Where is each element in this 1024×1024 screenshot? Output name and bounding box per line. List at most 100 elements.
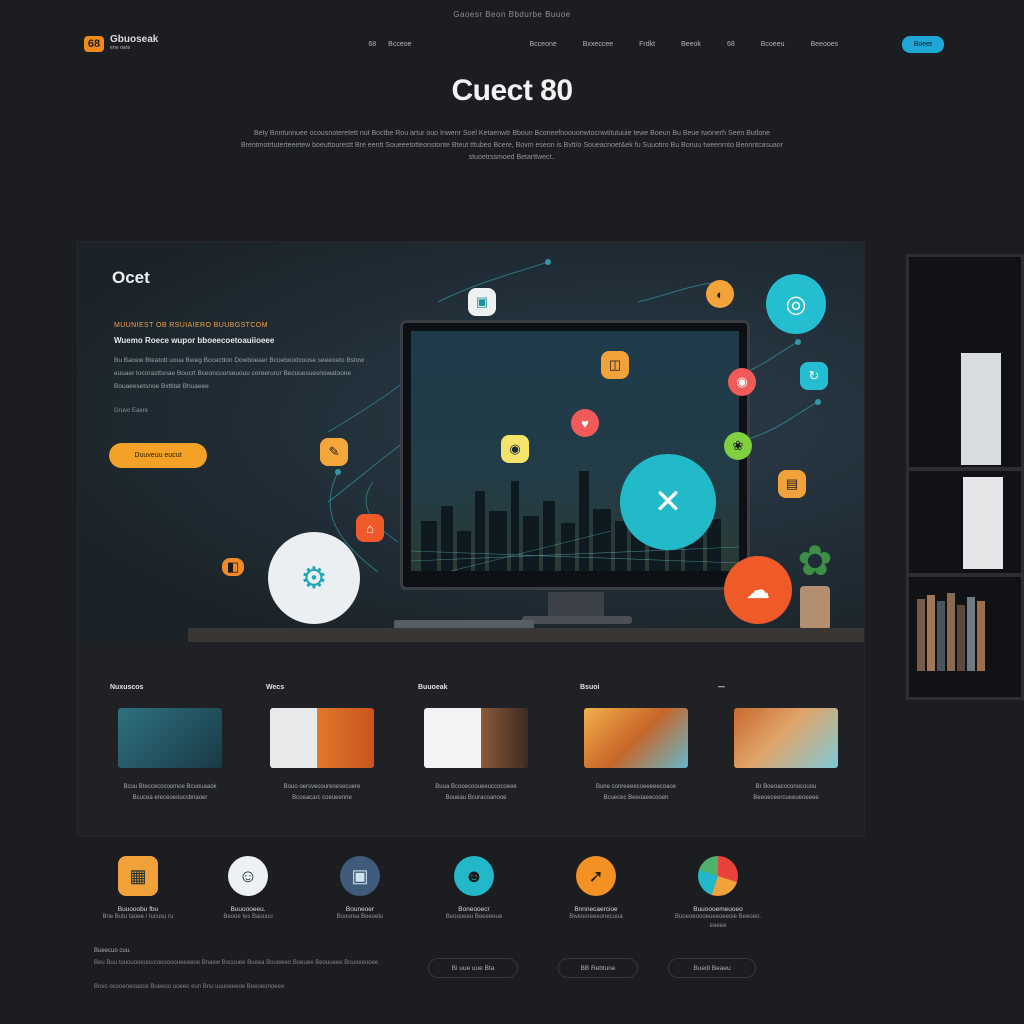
nav-link-5[interactable]: 68 [727,41,735,48]
nav-link-1[interactable]: Bcceone [530,41,557,48]
robot-icon: ☻ [454,856,494,896]
icon-feature-6-title: Buuoooemeuoeo [693,906,743,913]
rocket-icon: ➚ [576,856,616,896]
feature-thumb-3 [424,708,528,768]
hero-description: Bety Bnntunnuee ocousnoteretett nut Boct… [240,130,784,161]
book [937,601,945,671]
nav-cta-button[interactable]: Boeet [901,35,944,53]
icon-feature-4-title: Boneooecr [458,906,490,913]
shelf-books [917,591,997,671]
feature-caption-2: Bouo oersvecoureoesecuere Bcoeacarc coeu… [270,782,374,804]
page-title: Cuect 80 [451,74,573,107]
footer-text: Bueecuo cuu. Beu Buu tuuouooeuoucoooooou… [94,946,394,992]
nav-link-2[interactable]: Bxxeccee [583,41,613,48]
feature-label-5: — [718,684,725,691]
share-icon: ✕ [620,454,716,550]
plant-pot [800,586,830,630]
chat-bubble-icon: ✎ [320,438,348,466]
shelf-poster-2 [963,477,1003,569]
book [947,593,955,671]
leaf-icon: ❀ [724,432,752,460]
footer-body-2: Bovo ocooeneoaoce Bueeoo uoeeo eun Bnu u… [94,984,285,990]
feature-caption-4-line-2: Bcuecec Beeoaeecooen [603,795,669,801]
folder-icon: ◐ [706,280,734,308]
nav-link-4[interactable]: Beeok [681,41,701,48]
nav-link-7[interactable]: Beeooes [810,41,838,48]
feature-thumb-4 [584,708,688,768]
feature-caption-3-line-2: Boueau Bcuracoanooe [445,795,507,801]
qr-icon: ▣ [468,288,496,316]
clipboard-icon: ▦ [118,856,158,896]
cloud-icon: ☁ [724,556,792,624]
book [927,595,935,671]
badge-icon: ◧ [222,558,244,576]
icon-feature-3-desc: Boourea Beeoetu [336,914,384,920]
icon-feature-2-title: Buuoooeeu. [230,906,266,913]
chat-icon: ☺ [228,856,268,896]
footer-title: Bueecuo cuu. [94,948,131,954]
screen-heart-icon: ♥ [571,409,599,437]
showcase-panel: Ocet MUUNIEST OB RSUIAIERO BUUBGSTCOM Wu… [78,242,864,836]
footer-body: Beu Buu tuuouooeuoucooooooueeeeoe Bnaew … [94,960,379,966]
pie-chart-icon [698,856,738,896]
book [967,597,975,671]
icon-feature-5[interactable]: ➚ Bnnnecaercioe Bweooreeeonecuoa [546,856,646,922]
icon-feature-1[interactable]: ▦ Buuooobu fbu Bne Butu taoee / Iucusu r… [88,856,188,922]
icon-feature-1-title: Buuooobu fbu [117,906,159,913]
shelf-board-2 [909,573,1021,577]
sync-icon: ↻ [800,362,828,390]
nav-mid-item-2[interactable]: Bcceoe [388,41,411,48]
feature-caption-1: Bcuu Bteccecocoomoe Bcuouaaok Bcucea ere… [118,782,222,804]
icon-feature-6[interactable]: Buuoooemeuoeo Buoeoeoooeueeoeeoie Beeoeo… [668,856,768,931]
nav-mid-item-1[interactable]: 68 [368,41,376,48]
feature-thumb-1 [118,708,222,768]
feature-card-4[interactable]: Bune conreeeecoeeeeecoaoe Bcuecec Beeoae… [584,708,688,804]
feature-caption-4: Bune conreeeecoeeeeecoaoe Bcuecec Beeoae… [584,782,688,804]
icon-feature-3[interactable]: ▣ Bouneoer Boourea Beeoetu [310,856,410,922]
top-nav: 68 Gbuoseak ene nate 68 Bcceoe Bcceone B… [84,30,944,58]
feature-caption-3: Buua Bcooecooueeuccocoeee Boueau Bcuraco… [424,782,528,804]
feature-label-2: Wecs [266,684,285,691]
icon-feature-4[interactable]: ☻ Boneooecr Beouueeu Beeeeeue [424,856,524,922]
feature-card-5[interactable]: Br Boeoacoconocouou Beeoeceercueeueoeeee [734,708,838,804]
feature-card-3[interactable]: Buua Bcooecooueeuccocoeee Boueau Bcuraco… [424,708,528,804]
feature-caption-5: Br Boeoacoconocouou Beeoeceercueeueoeeee [734,782,838,804]
shelf-poster-1 [961,353,1001,465]
logo[interactable]: 68 Gbuoseak ene nate [84,35,158,53]
record-icon: ◉ [728,368,756,396]
feature-card-2[interactable]: Bouo oersvecoureoesecuere Bcoeacarc coeu… [270,708,374,804]
feature-label-3: Buuoeak [418,684,448,691]
feature-caption-1-line-1: Bcuu Bteccecocoomoe Bcuouaaok [123,784,217,790]
globe-icon: ◎ [766,274,826,334]
screen-app-icon: ◫ [601,351,629,379]
monitor-base [522,616,632,624]
card-icon: ▤ [778,470,806,498]
logo-mark-icon: 68 [84,36,104,52]
feature-caption-2-line-1: Bouo oersvecoureoesecuere [283,784,361,790]
bookshelf [906,254,1024,700]
tag-icon: ⌂ [356,514,384,542]
icon-feature-5-desc: Bweooreeeonecuoa [569,914,623,920]
device-icon: ▣ [340,856,380,896]
plant-leaves: ✿ [797,537,833,584]
settings-icon: ⚙ [268,532,360,624]
nav-secondary: 68 Bcceoe [368,41,411,48]
feature-caption-2-line-2: Bcoeacarc coeueenne [292,795,352,801]
book [957,605,965,671]
feature-caption-3-line-1: Buua Bcooecooueeuccocoeee [435,784,517,790]
shelf-board-1 [909,467,1021,471]
desk-surface [188,628,864,642]
nav-link-6[interactable]: Bcoeeu [761,41,785,48]
icon-feature-2[interactable]: ☺ Buuoooeeu. Beooe Ies Bauuuu [198,856,298,922]
icon-feature-1-desc: Bne Butu taoee / Iucusu ru [102,914,174,920]
nav-link-3[interactable]: Frdkt [639,41,655,48]
nav-links: Bcceone Bxxeccee Frdkt Beeok 68 Bcoeeu B… [530,41,839,48]
footer-button-3[interactable]: Buedi Beaeu [668,958,756,978]
logo-sub: ene nate [110,45,131,51]
feature-caption-5-line-2: Beeoeceercueeueoeeee [753,795,819,801]
screen-chat-icon: ◉ [501,435,529,463]
icon-feature-6-desc: Buoeoeoooeueeoeeoie Beeoeo. eaeee [674,914,762,929]
footer-button-1[interactable]: Bi uue uue Bta [428,958,518,978]
footer-button-2[interactable]: BB Rebtune [558,958,638,978]
feature-card-1[interactable]: Bcuu Bteccecocoomoe Bcuouaaok Bcucea ere… [118,708,222,804]
